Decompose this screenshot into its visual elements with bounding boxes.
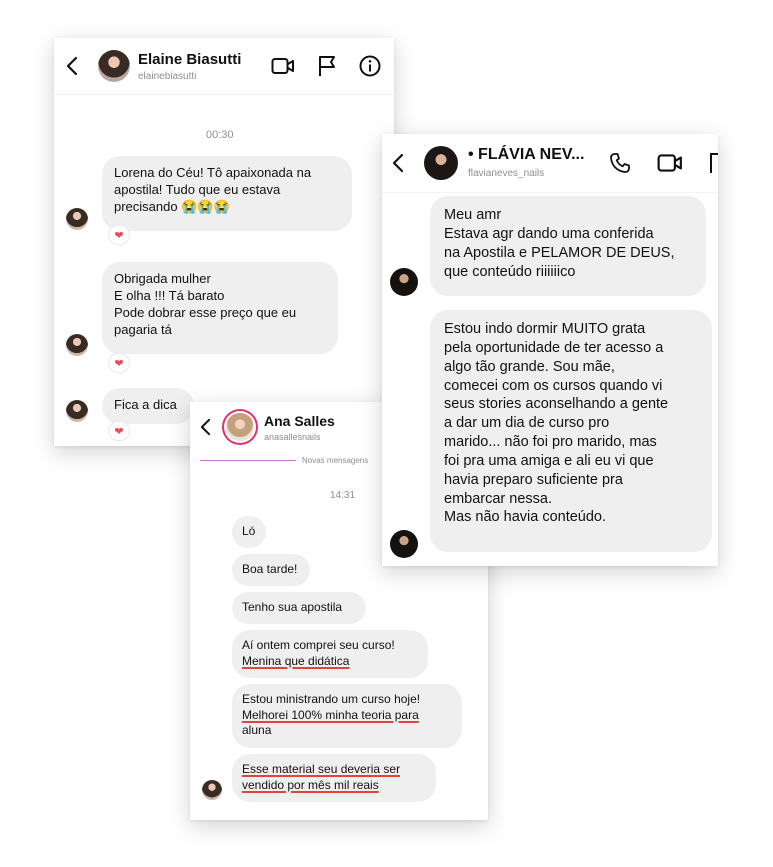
back-icon[interactable] — [66, 56, 78, 76]
contact-handle: anasallesnails — [264, 432, 321, 442]
avatar — [390, 530, 418, 558]
message-timestamp: 00:30 — [206, 129, 234, 141]
chat-header: • FLÁVIA NEV... flavianeves_nails — [382, 134, 718, 193]
chat-header: Elaine Biasutti elainebiasutti — [54, 38, 394, 95]
flag-icon[interactable] — [317, 55, 337, 77]
message-bubble: Estou ministrando um curso hoje! Melhore… — [232, 684, 462, 748]
new-messages-label: Novas mensagens — [302, 456, 369, 465]
message-bubble: Aí ontem comprei seu curso! Menina que d… — [232, 630, 428, 678]
chat-window-flavia: • FLÁVIA NEV... flavianeves_nails Meu am… — [382, 134, 718, 566]
message-bubble: Tenho sua apostila — [232, 592, 366, 624]
message-bubble: Estou indo dormir MUITO grata pela oport… — [430, 310, 712, 552]
message-bubble: Ló — [232, 516, 266, 548]
avatar — [66, 208, 88, 230]
back-icon[interactable] — [200, 418, 211, 436]
avatar — [390, 268, 418, 296]
message-timestamp: 14:31 — [330, 490, 356, 501]
flag-icon[interactable] — [708, 152, 718, 174]
chat-window-elaine: Elaine Biasutti elainebiasutti 00:30 Lor… — [54, 38, 394, 446]
message-bubble: Obrigada mulher E olha !!! Tá barato Pod… — [102, 262, 338, 354]
contact-name[interactable]: • FLÁVIA NEV... — [468, 146, 584, 164]
message-bubble: Boa tarde! — [232, 554, 310, 586]
message-bubble: Meu amr Estava agr dando uma conferida n… — [430, 196, 706, 296]
avatar — [66, 334, 88, 356]
heart-icon[interactable]: ❤ — [109, 226, 129, 244]
avatar — [202, 780, 222, 800]
message-bubble: Esse material seu deveria ser vendido po… — [232, 754, 436, 802]
avatar — [66, 400, 88, 422]
heart-icon[interactable]: ❤ — [109, 354, 129, 372]
contact-handle: elainebiasutti — [138, 71, 197, 82]
video-icon[interactable] — [271, 57, 295, 75]
back-icon[interactable] — [392, 153, 404, 173]
message-bubble: Fica a dica — [102, 388, 194, 424]
heart-icon[interactable]: ❤ — [109, 422, 129, 440]
avatar[interactable] — [98, 50, 130, 82]
new-messages-divider — [200, 460, 296, 461]
avatar[interactable] — [424, 146, 458, 180]
message-bubble: Lorena do Céu! Tô apaixonada na apostila… — [102, 156, 352, 231]
contact-handle: flavianeves_nails — [468, 168, 545, 179]
phone-icon[interactable] — [608, 151, 632, 175]
avatar[interactable] — [226, 413, 254, 441]
contact-name[interactable]: Ana Salles — [264, 413, 335, 429]
info-icon[interactable] — [359, 55, 381, 77]
contact-name[interactable]: Elaine Biasutti — [138, 51, 241, 68]
video-icon[interactable] — [657, 153, 683, 173]
